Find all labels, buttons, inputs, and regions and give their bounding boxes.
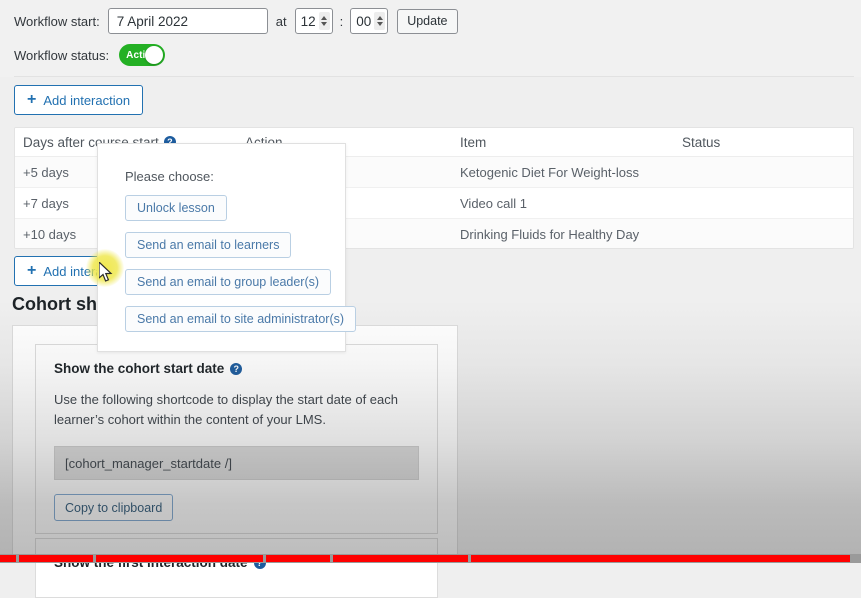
workflow-start-label: Workflow start: [14,13,100,29]
shortcodes-panel: Show the cohort start date ? Use the fol… [12,325,458,598]
cell-item: Drinking Fluids for Healthy Day [460,226,640,242]
shortcode-title-text: Show the cohort start date [54,361,225,376]
column-header-status: Status [682,134,721,150]
copy-to-clipboard-button[interactable]: Copy to clipboard [54,494,174,521]
shortcode-card-first-interaction: Show the first interaction date ? [35,538,438,598]
workflow-settings-panel: Workflow start: at : Update Workflow sta… [0,0,861,77]
popup-option-email-group-leaders[interactable]: Send an email to group leader(s) [125,269,332,295]
update-button[interactable]: Update [397,8,458,34]
progress-segment [471,555,850,562]
app-root: Workflow start: at : Update Workflow sta… [0,0,861,598]
column-header-item: Item [460,134,487,150]
shortcode-code-box[interactable]: [cohort_manager_startdate /] [54,446,419,480]
progress-segment [19,555,93,562]
workflow-status-toggle[interactable]: Active [119,44,166,66]
minute-spinner-icon[interactable] [374,12,386,30]
popup-option-email-site-administrators[interactable]: Send an email to site administrator(s) [125,306,357,332]
time-colon: : [339,13,344,29]
workflow-status-row: Workflow status: Active [14,44,166,66]
popup-prompt: Please choose: [125,169,214,184]
workflow-start-date-input[interactable] [107,8,268,34]
workflow-status-label: Workflow status: [14,47,110,63]
cell-item: Video call 1 [460,195,527,211]
action-chooser-popup: Please choose: Unlock lesson Send an ema… [97,143,357,352]
hour-spinner-icon[interactable] [318,12,330,30]
minute-stepper[interactable] [350,8,389,34]
video-progress-bar[interactable] [0,554,861,563]
shortcode-description: Use the following shortcode to display t… [54,392,398,427]
settings-divider [14,76,854,77]
workflow-start-row: Workflow start: at : Update [14,8,458,34]
popup-option-unlock-lesson[interactable]: Unlock lesson [125,195,227,221]
help-icon[interactable]: ? [230,362,243,375]
at-label: at [275,13,287,29]
popup-option-email-learners[interactable]: Send an email to learners [125,232,292,258]
progress-segment [333,555,468,562]
add-interaction-label-top: Add interaction [43,92,131,108]
plus-icon: + [27,91,37,108]
add-interaction-button-top[interactable]: + Add interaction [14,85,144,115]
progress-segment [96,555,263,562]
progress-segment [266,555,330,562]
shortcode-card-start-date: Show the cohort start date ? Use the fol… [35,344,438,534]
shortcode-title: Show the cohort start date ? [54,361,437,376]
plus-icon: + [27,262,37,279]
toggle-knob [145,46,164,64]
progress-segment [0,555,16,562]
hour-stepper[interactable] [294,8,333,34]
cell-item: Ketogenic Diet For Weight-loss [460,164,639,180]
